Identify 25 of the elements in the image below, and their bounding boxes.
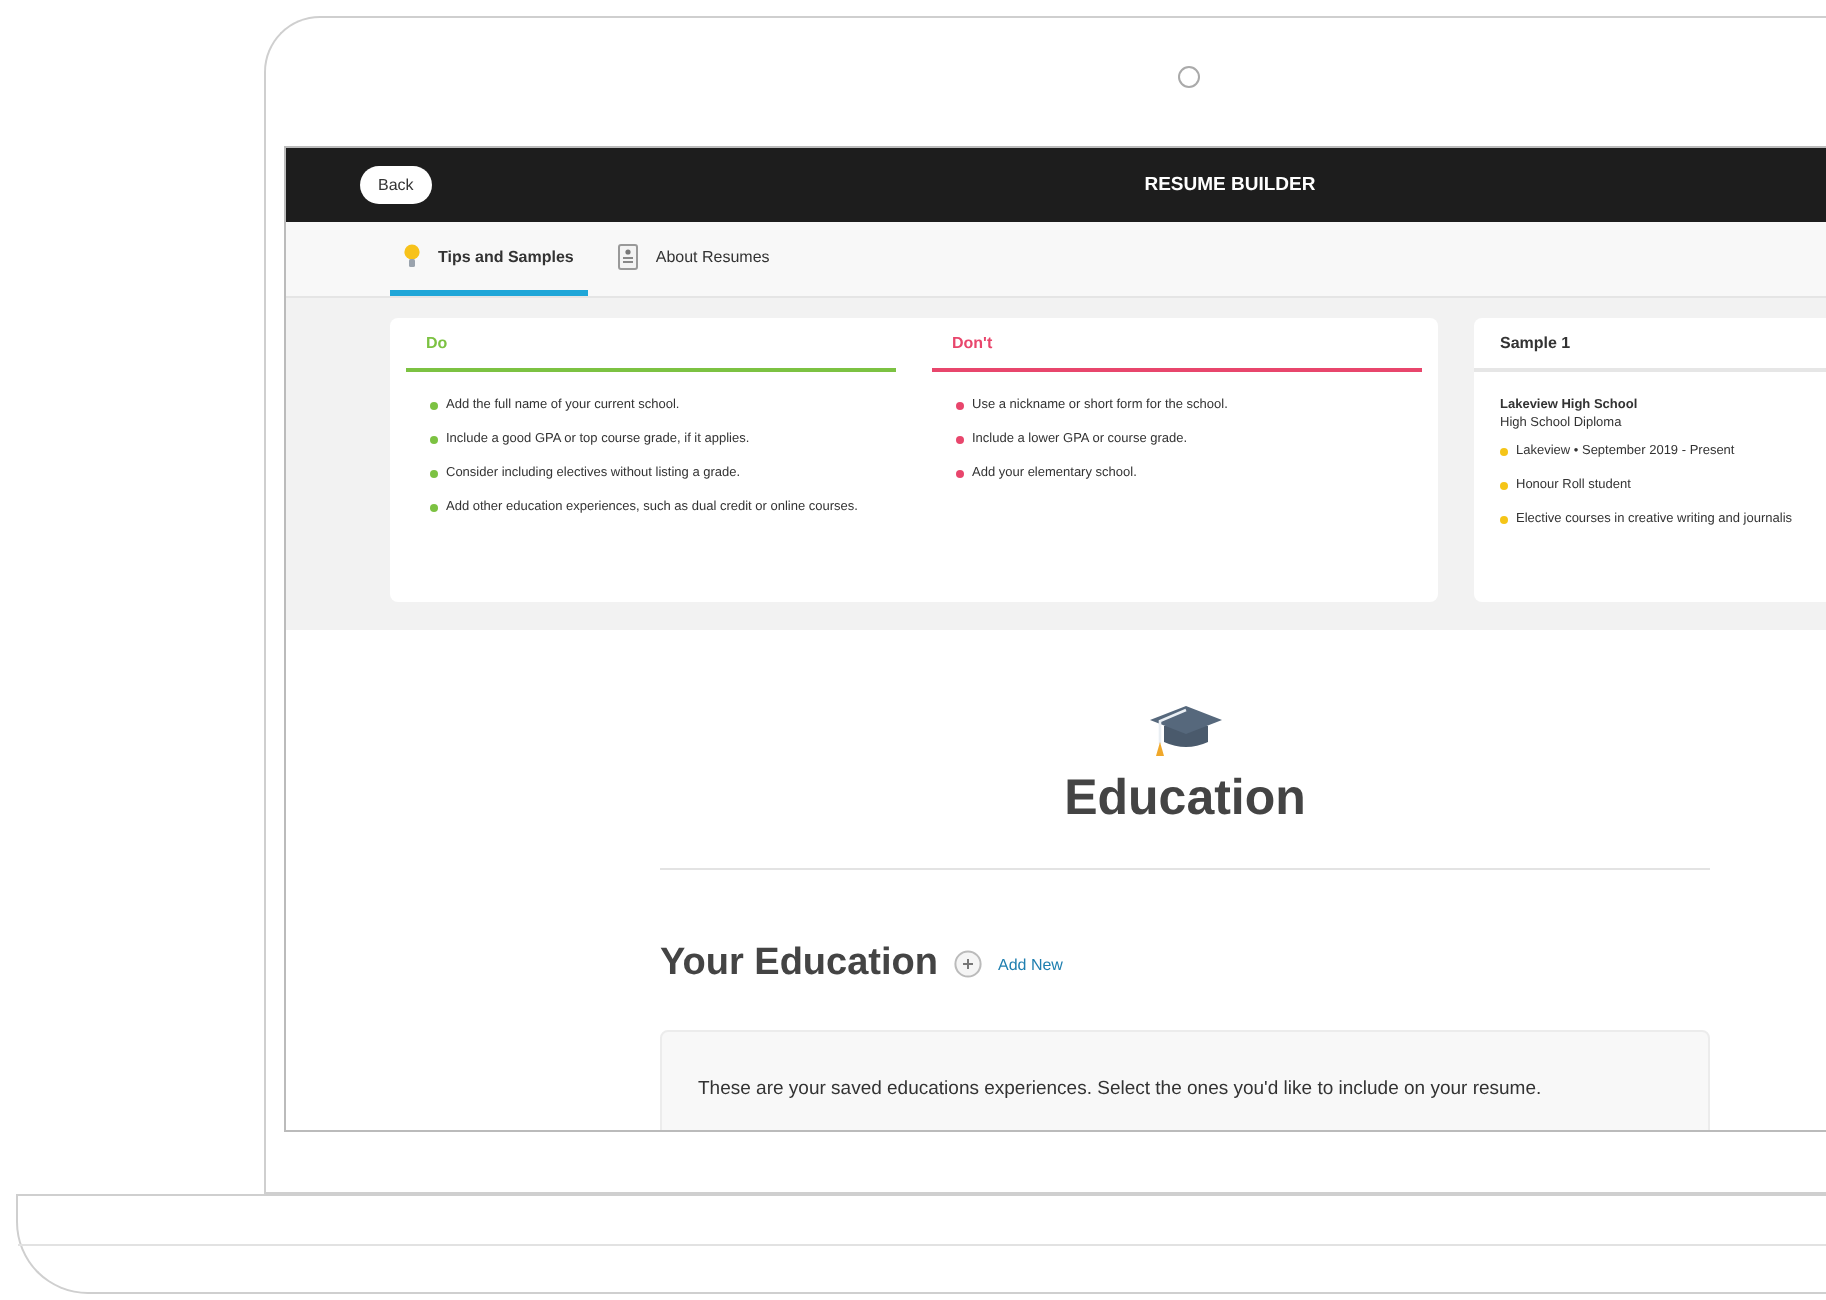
bullet-dot <box>430 470 438 478</box>
subsection-title: Your Education <box>660 942 938 986</box>
back-button[interactable]: Back <box>360 166 432 204</box>
info-text: These are your saved educations experiences. Select the ones you'd like to include on your resume. <box>698 1078 1542 1100</box>
plus-icon[interactable] <box>953 950 982 978</box>
graduation-cap-icon <box>1147 702 1223 758</box>
bullet-dot <box>956 436 964 444</box>
document-icon <box>617 243 638 269</box>
tips-heading: Do <box>424 332 450 356</box>
bullet-dot <box>430 436 438 444</box>
bullet-dot <box>956 470 964 478</box>
add-new-link[interactable]: Add New <box>997 955 1063 973</box>
bullet-dot <box>1500 516 1508 524</box>
lightbulb-icon <box>404 244 420 268</box>
bullet-dot <box>1500 448 1508 456</box>
tips-heading: Don't <box>950 332 995 356</box>
bullet-dot <box>430 504 438 512</box>
bullet-dot <box>956 402 964 410</box>
tab[interactable]: About Resumes <box>603 222 784 296</box>
camera-icon <box>1178 66 1200 88</box>
sample-title: Sample 1 <box>1474 318 1826 372</box>
bullet-dot <box>1500 482 1508 490</box>
page-title: RESUME BUILDER <box>1144 174 1316 196</box>
section-title: Education <box>1064 770 1306 828</box>
bullet-dot <box>430 402 438 410</box>
